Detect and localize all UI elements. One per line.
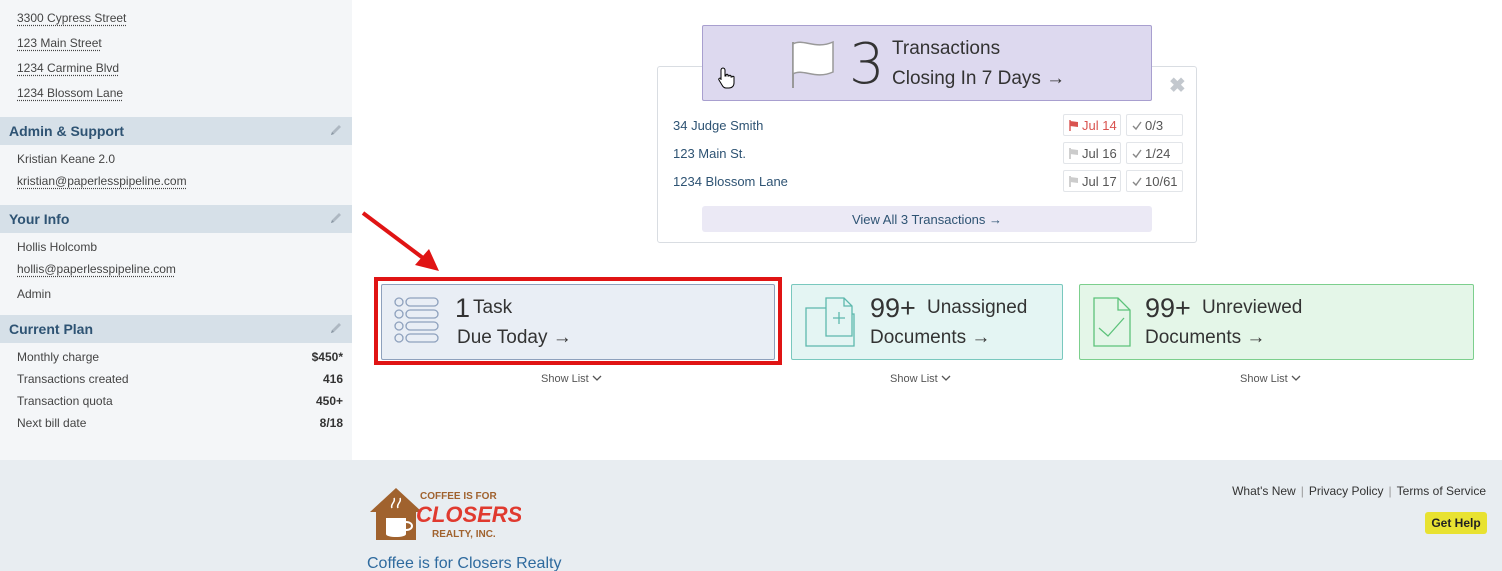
chevron-down-icon [1291, 375, 1301, 381]
transaction-link[interactable]: 3300 Cypress Street [17, 11, 126, 25]
view-all-transactions-button[interactable]: View All 3 Transactions → [702, 206, 1152, 232]
plan-row-value: 416 [322, 372, 343, 386]
folder-add-document-icon [805, 297, 855, 347]
your-info-title: Your Info [9, 211, 70, 227]
highlight-box [374, 277, 782, 365]
whats-new-link[interactable]: What's New [1232, 484, 1296, 498]
show-list-label: Show List [890, 373, 938, 385]
separator: | [1300, 484, 1304, 498]
transactions-label: Transactions [892, 38, 1001, 59]
checklist-progress-tag: 10/61 [1126, 170, 1183, 192]
plan-row-value: 8/18 [319, 416, 343, 430]
logo-line1: COFFEE IS FOR [420, 491, 497, 502]
unreviewed-sublabel: Documents → [1145, 327, 1266, 348]
plan-row: Transactions created 416 [17, 372, 343, 386]
flag-icon [1069, 148, 1078, 159]
plan-row-label: Transactions created [17, 372, 129, 386]
plan-row-label: Transaction quota [17, 394, 113, 408]
transactions-sublabel: Closing In 7 Days → [892, 68, 1066, 89]
user-email-link[interactable]: hollis@paperlesspipeline.com [17, 262, 176, 276]
document-check-icon [1093, 297, 1131, 347]
logo-line2: CLOSERS [416, 502, 521, 527]
chevron-down-icon [941, 375, 951, 381]
closing-date-tag: Jul 16 [1063, 142, 1121, 164]
chevron-down-icon [592, 375, 602, 381]
pencil-icon[interactable] [328, 320, 344, 336]
unassigned-sublabel: Documents → [870, 327, 991, 348]
closing-date: Jul 16 [1082, 146, 1117, 161]
plan-row-value: 450+ [315, 394, 343, 408]
flag-icon [1069, 120, 1078, 131]
flag-icon [792, 40, 834, 88]
show-list-label: Show List [1240, 373, 1288, 385]
pencil-icon[interactable] [328, 122, 344, 138]
unreviewed-documents-card[interactable]: 99+ Unreviewed Documents → [1079, 284, 1474, 360]
unassigned-documents-card[interactable]: 99+ Unassigned Documents → [791, 284, 1063, 360]
checkmark-icon [1132, 121, 1142, 131]
checklist-progress: 10/61 [1145, 174, 1178, 189]
terms-of-service-link[interactable]: Terms of Service [1397, 484, 1486, 498]
checklist-progress-tag: 1/24 [1126, 142, 1183, 164]
plan-row-label: Monthly charge [17, 350, 100, 364]
admin-support-header: Admin & Support [0, 117, 352, 145]
admin-name: Kristian Keane 2.0 [17, 152, 116, 166]
transactions-closing-card[interactable]: 3 Transactions Closing In 7 Days → [702, 25, 1152, 101]
cursor-icon [718, 67, 735, 89]
unreviewed-label: Unreviewed [1202, 297, 1303, 318]
pencil-icon[interactable] [328, 210, 344, 226]
plan-row-label: Next bill date [17, 416, 87, 430]
checkmark-icon [1132, 177, 1142, 187]
logo-line3: REALTY, INC. [432, 529, 496, 540]
closing-date-tag: Jul 17 [1063, 170, 1121, 192]
transaction-row-name[interactable]: 123 Main St. [673, 146, 746, 161]
current-plan-title: Current Plan [9, 321, 94, 337]
annotation-arrow-icon [361, 211, 439, 271]
transaction-row-name[interactable]: 1234 Blossom Lane [673, 174, 788, 189]
checklist-progress: 1/24 [1145, 146, 1171, 161]
close-icon[interactable]: ✖ [1169, 73, 1186, 98]
get-help-button[interactable]: Get Help [1425, 512, 1487, 534]
admin-support-title: Admin & Support [9, 123, 125, 139]
transaction-link[interactable]: 123 Main Street [17, 36, 102, 50]
plan-row: Next bill date 8/18 [17, 416, 343, 430]
unreviewed-count: 99+ [1145, 293, 1191, 323]
dashboard-main: 3 Transactions Closing In 7 Days → ✖ 34 … [352, 0, 1502, 460]
separator: | [1388, 484, 1392, 498]
transaction-link[interactable]: 1234 Carmine Blvd [17, 61, 119, 75]
admin-email-link[interactable]: kristian@paperlesspipeline.com [17, 174, 187, 188]
task-show-list-toggle[interactable]: Show List [541, 373, 602, 385]
closing-date: Jul 14 [1082, 118, 1117, 133]
closing-date: Jul 17 [1082, 174, 1117, 189]
checklist-progress: 0/3 [1145, 118, 1164, 133]
plan-row: Monthly charge $450* [17, 350, 343, 364]
plan-row-value: $450* [311, 350, 343, 364]
sidebar: 3300 Cypress Street 123 Main Street 1234… [0, 0, 352, 460]
unassigned-label: Unassigned [927, 297, 1028, 318]
current-plan-header: Current Plan [0, 315, 352, 343]
checklist-progress-tag: 0/3 [1126, 114, 1183, 136]
unreviewed-show-list-toggle[interactable]: Show List [1240, 373, 1301, 385]
company-name: Coffee is for Closers Realty [367, 555, 562, 571]
unassigned-show-list-toggle[interactable]: Show List [890, 373, 951, 385]
user-role: Admin [17, 287, 52, 301]
show-list-label: Show List [541, 373, 589, 385]
plan-row: Transaction quota 450+ [17, 394, 343, 408]
closing-date-tag: Jul 14 [1063, 114, 1121, 136]
flag-icon [1069, 176, 1078, 187]
user-name: Hollis Holcomb [17, 240, 98, 254]
footer-links: What's New | Privacy Policy | Terms of Servi… [1232, 484, 1486, 498]
your-info-header: Your Info [0, 205, 352, 233]
privacy-policy-link[interactable]: Privacy Policy [1309, 484, 1384, 498]
unassigned-count: 99+ [870, 293, 916, 323]
checkmark-icon [1132, 149, 1142, 159]
transaction-row-name[interactable]: 34 Judge Smith [673, 118, 763, 133]
transactions-count: 3 [849, 32, 885, 97]
transaction-link[interactable]: 1234 Blossom Lane [17, 86, 123, 100]
company-logo: COFFEE IS FOR CLOSERS REALTY, INC. [370, 488, 521, 540]
